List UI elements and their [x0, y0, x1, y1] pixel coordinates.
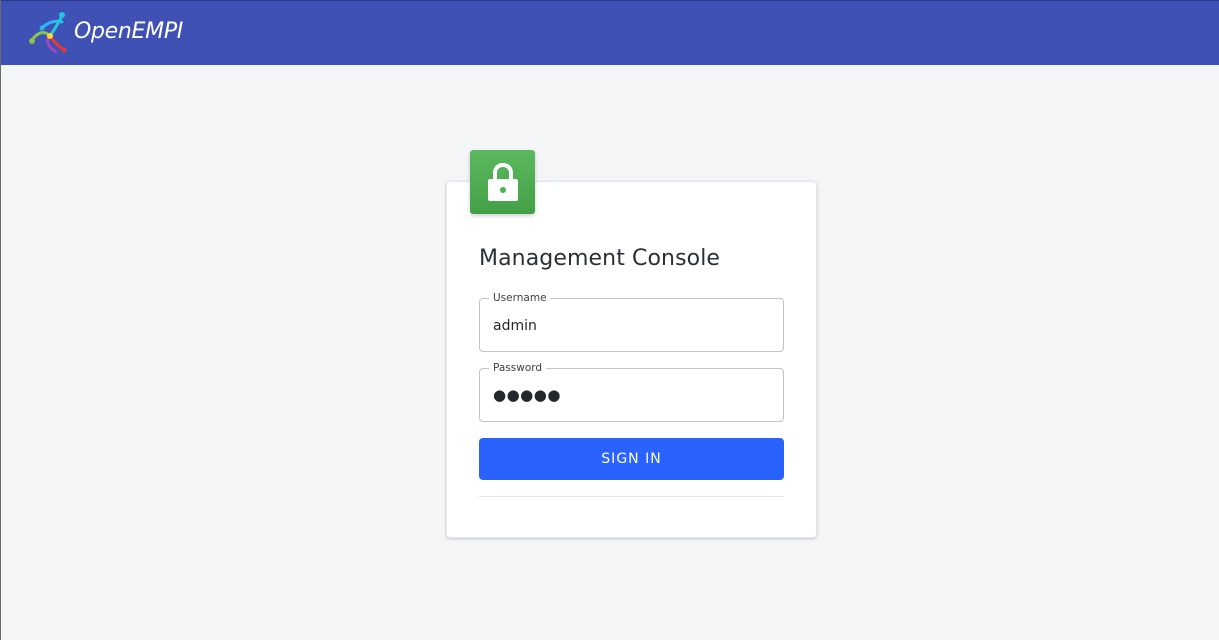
login-page: OpenEMPI Management Console Username adm…	[0, 0, 1219, 640]
username-field[interactable]: Username admin	[479, 291, 784, 352]
sign-in-button[interactable]: SIGN IN	[479, 438, 784, 480]
app-header: OpenEMPI	[1, 0, 1219, 65]
login-card	[446, 181, 817, 538]
password-label: Password	[489, 361, 547, 375]
openempi-logo-icon	[29, 12, 67, 54]
openempi-logo[interactable]: OpenEMPI	[28, 9, 183, 55]
page-title: Management Console	[479, 246, 721, 271]
username-input[interactable]: admin	[493, 317, 773, 335]
username-label: Username	[489, 291, 551, 305]
password-input[interactable]: ●●●●●	[493, 386, 773, 404]
lock-badge	[470, 150, 535, 214]
password-field[interactable]: Password ●●●●●	[479, 361, 784, 422]
brand-name: OpenEMPI	[74, 19, 183, 44]
lock-icon	[487, 162, 518, 201]
divider	[479, 496, 784, 497]
